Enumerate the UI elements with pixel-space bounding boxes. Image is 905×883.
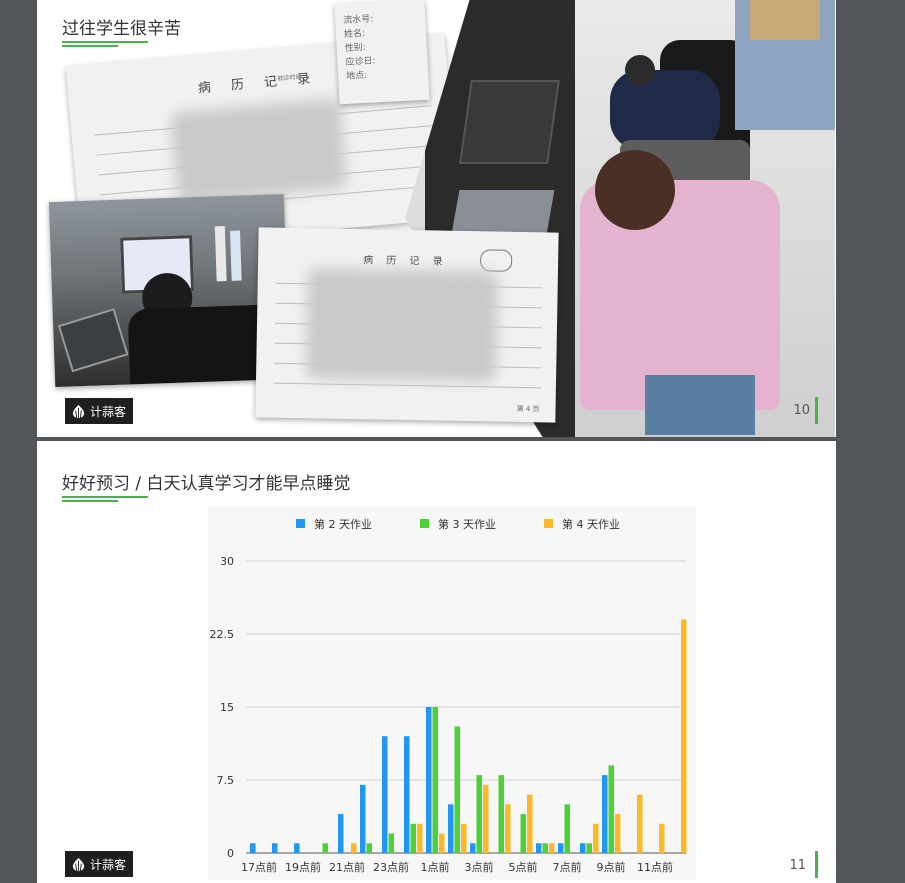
bar [681,619,687,853]
y-tick-label: 7.5 [217,774,235,787]
slide-11: 好好预习 / 白天认真学习才能早点睡觉 0 7.5 15 22.5 30 17点前 19点前… [37,441,836,883]
legend-swatch [296,519,305,528]
bar [410,823,416,853]
x-tick-label: 9点前 [597,860,626,874]
x-tick-label: 11点前 [637,860,673,874]
bar [483,784,489,853]
slide-title: 好好预习 / 白天认真学习才能早点睡觉 [62,474,351,494]
slide-title: 过往学生很辛苦 [62,19,181,39]
x-tick-label: 17点前 [241,860,277,874]
title-underline-short [62,45,118,47]
bar [404,736,410,853]
bar [593,823,599,853]
bar [542,843,548,853]
bar [527,794,533,853]
bar [366,843,372,853]
bar [549,843,555,853]
bar [558,843,564,853]
bar [382,736,388,853]
chart-svg: 0 7.5 15 22.5 30 17点前 19点前 21点前 23点前 1点前 3点前 5点前 7点前… [210,517,687,874]
x-tick-label: 5点前 [509,860,538,874]
bedtime-chart: 0 7.5 15 22.5 30 17点前 19点前 21点前 23点前 1点前 3点前 5点前 7点前… [208,507,696,880]
x-tick-label: 23点前 [373,860,409,874]
legend-label: 第 4 天作业 [562,517,620,531]
bar [470,843,476,853]
title-underline-short [62,500,118,502]
bar [505,804,511,853]
record-fields: 流水号: 姓名: 性别: 应诊日: 地点: [343,14,376,82]
y-tick-label: 22.5 [210,628,235,641]
bar [608,765,614,853]
bar [615,814,621,853]
x-tick-label: 21点前 [329,860,365,874]
page-number: 11 [789,858,806,873]
legend-swatch [544,519,553,528]
page-accent-bar [815,397,818,424]
bar [520,814,526,853]
bar [360,784,366,853]
page-label: 第 4 页 [516,404,540,414]
y-tick-label: 0 [227,847,234,860]
medical-record-photo-2: 病 历 记 录 第 4 页 [255,227,559,423]
bar [432,707,438,853]
legend-swatch [420,519,429,528]
page-accent-bar [815,851,818,878]
bar [338,814,344,853]
bar [388,833,394,853]
bar [322,843,328,853]
bar [448,804,454,853]
bar [580,843,586,853]
bar [602,775,608,853]
y-tick-label: 30 [220,555,234,568]
garlic-logo-icon [72,857,85,871]
logo-text: 计蒜客 [90,857,127,872]
garlic-logo-icon [72,404,85,418]
student-lab-photo [48,193,291,388]
bar [294,843,300,853]
bar [461,823,467,853]
bar [659,823,665,853]
bar [272,843,278,853]
page-number: 10 [793,403,810,418]
bar [536,843,542,853]
bar [454,726,460,853]
record-heading-2: 病 历 记 录 [363,255,448,268]
title-underline [62,41,148,43]
legend-label: 第 2 天作业 [314,517,372,531]
logo-text: 计蒜客 [90,404,127,419]
bar [426,707,432,853]
bar [476,775,482,853]
y-tick-label: 15 [220,701,234,714]
bar [250,843,256,853]
bar [439,833,445,853]
brand-logo: 计蒜客 [65,851,133,877]
brand-logo: 计蒜客 [65,398,133,424]
bar [498,775,504,853]
bar [564,804,570,853]
slide-10: 过往学生很辛苦 病 历 记 录 就诊时间 流水号: 姓名: 性别: 应诊日: 地… [37,0,836,437]
x-tick-label: 7点前 [553,860,582,874]
bar [586,843,592,853]
bar [351,843,357,853]
x-tick-label: 1点前 [421,860,450,874]
record-fields-photo: 流水号: 姓名: 性别: 应诊日: 地点: [334,0,430,105]
title-underline [62,496,148,498]
bar [637,794,643,853]
bar [417,823,423,853]
x-tick-label: 3点前 [465,860,494,874]
x-tick-label: 19点前 [285,860,321,874]
stamp-icon [479,249,513,272]
legend-label: 第 3 天作业 [438,517,496,531]
